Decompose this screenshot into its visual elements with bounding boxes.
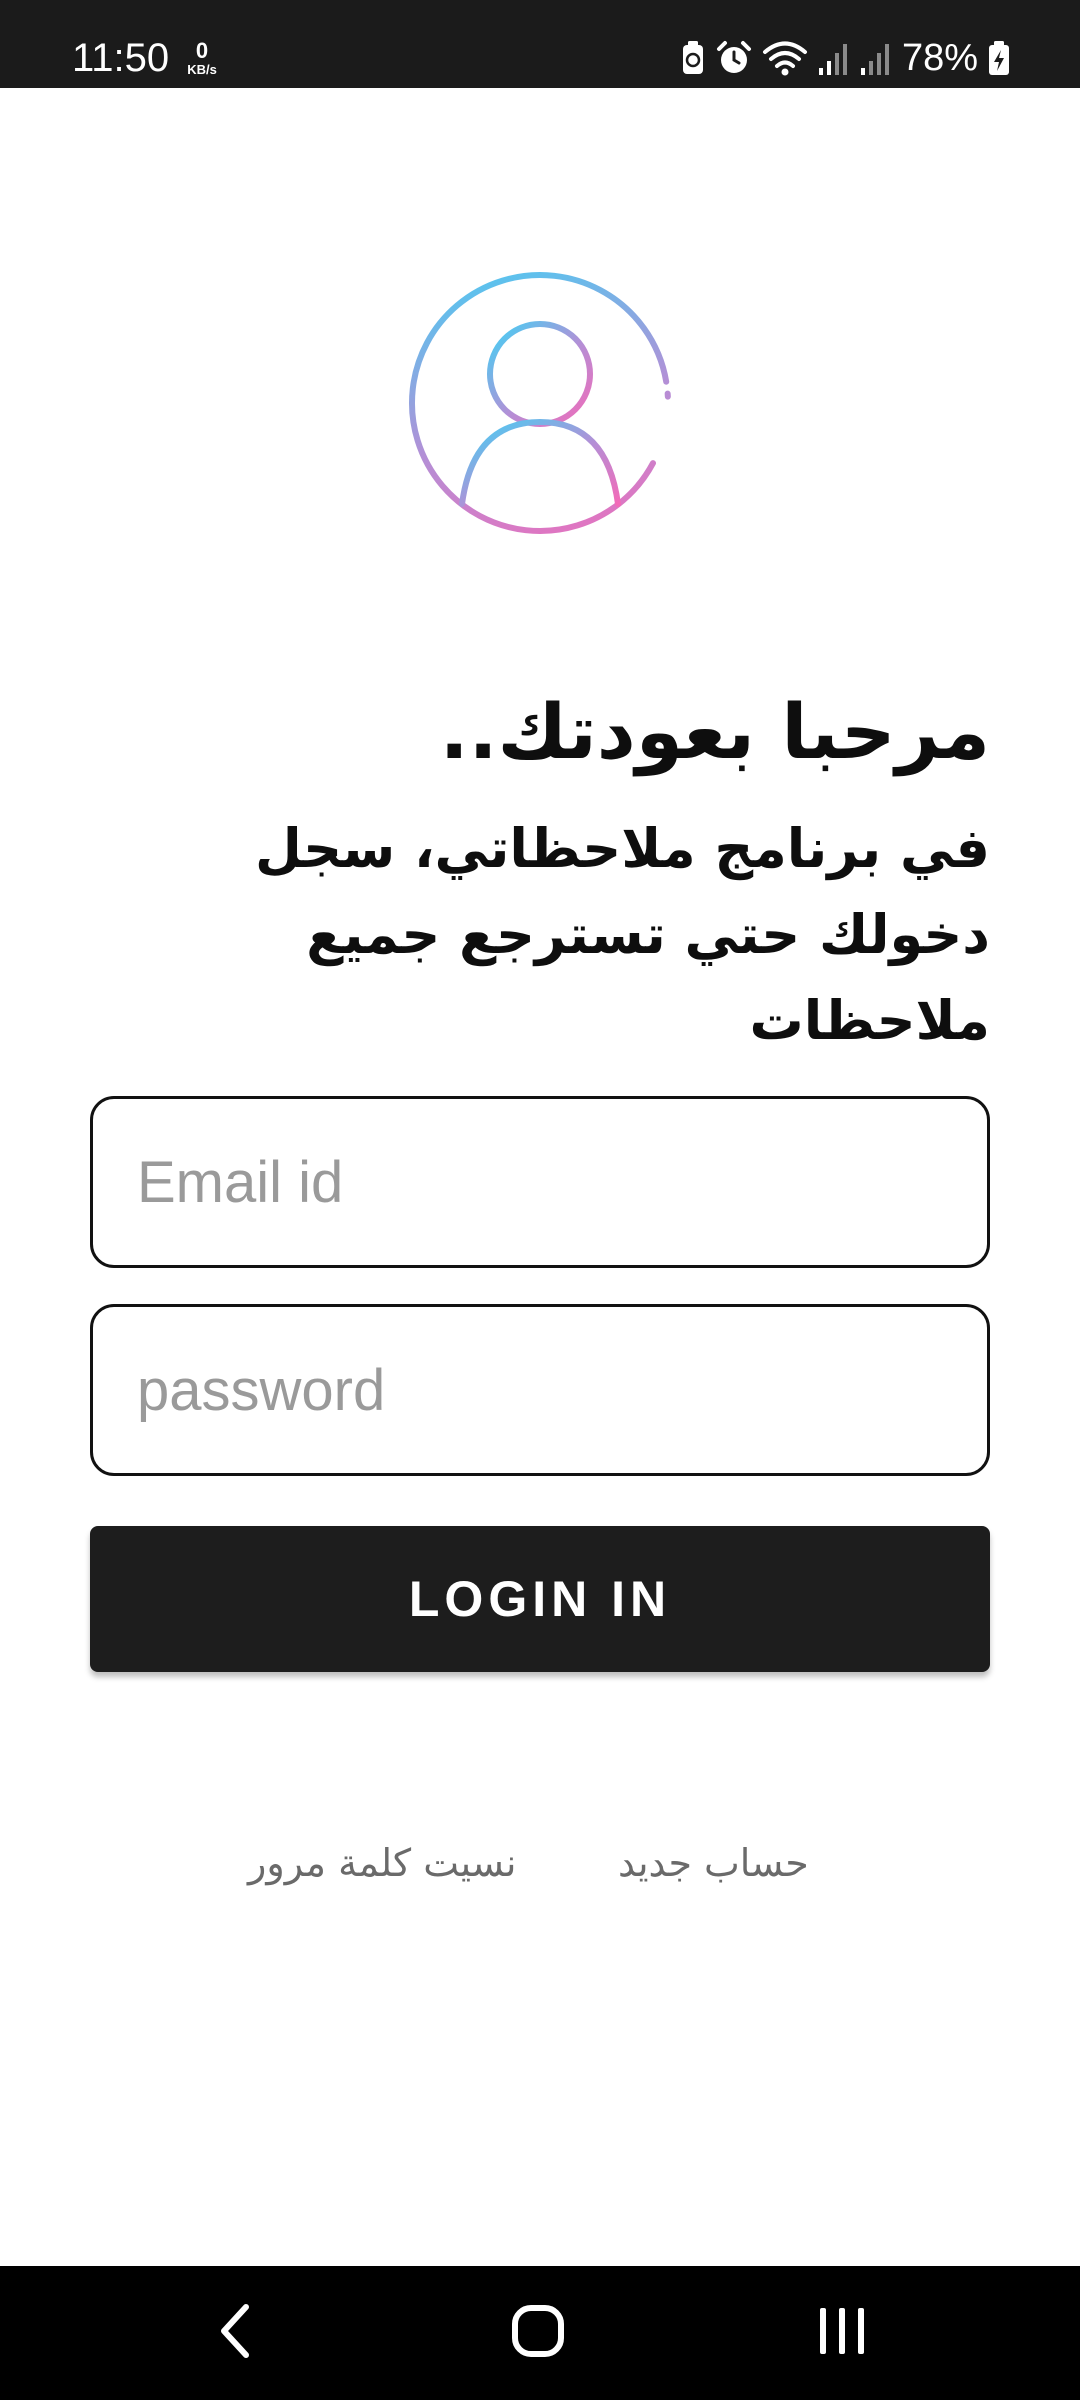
- network-speed-value: 0: [195, 38, 209, 63]
- network-speed: 0 KB/s: [182, 38, 222, 77]
- login-button[interactable]: LOGIN IN: [90, 1526, 990, 1672]
- login-screen: 11:50 0 KB/s 78% مرحبا بعودتك.. في برنام…: [0, 0, 1080, 2400]
- signal-icon: [860, 40, 892, 76]
- signal-icon: [818, 40, 850, 76]
- password-field[interactable]: [90, 1304, 990, 1476]
- status-bar: 11:50 0 KB/s 78%: [0, 0, 1080, 88]
- status-time: 11:50: [72, 36, 170, 80]
- nav-back-button[interactable]: [156, 2266, 316, 2400]
- back-icon: [216, 2303, 256, 2363]
- new-account-link[interactable]: حساب جديد: [618, 1838, 809, 1888]
- wifi-icon: [762, 39, 808, 77]
- email-field[interactable]: [90, 1096, 990, 1268]
- home-icon: [510, 2303, 566, 2363]
- welcome-title: مرحبا بعودتك..: [439, 687, 990, 776]
- navigation-bar: [0, 2266, 1080, 2400]
- network-speed-unit: KB/s: [187, 62, 217, 77]
- nav-recents-button[interactable]: [762, 2266, 922, 2400]
- user-avatar-icon: [405, 268, 675, 538]
- battery-saver-icon: [680, 40, 706, 76]
- welcome-subtitle: في برنامج ملاحظاتي، سجل دخولك حتي تسترجع…: [254, 817, 990, 1052]
- nav-home-button[interactable]: [458, 2266, 618, 2400]
- forgot-password-link[interactable]: نسيت كلمة مرور: [248, 1838, 516, 1888]
- recents-icon: [817, 2306, 867, 2360]
- status-icons: 78%: [680, 36, 1010, 80]
- battery-percent: 78%: [901, 37, 978, 79]
- battery-charging-icon: [988, 40, 1010, 76]
- alarm-icon: [716, 40, 752, 76]
